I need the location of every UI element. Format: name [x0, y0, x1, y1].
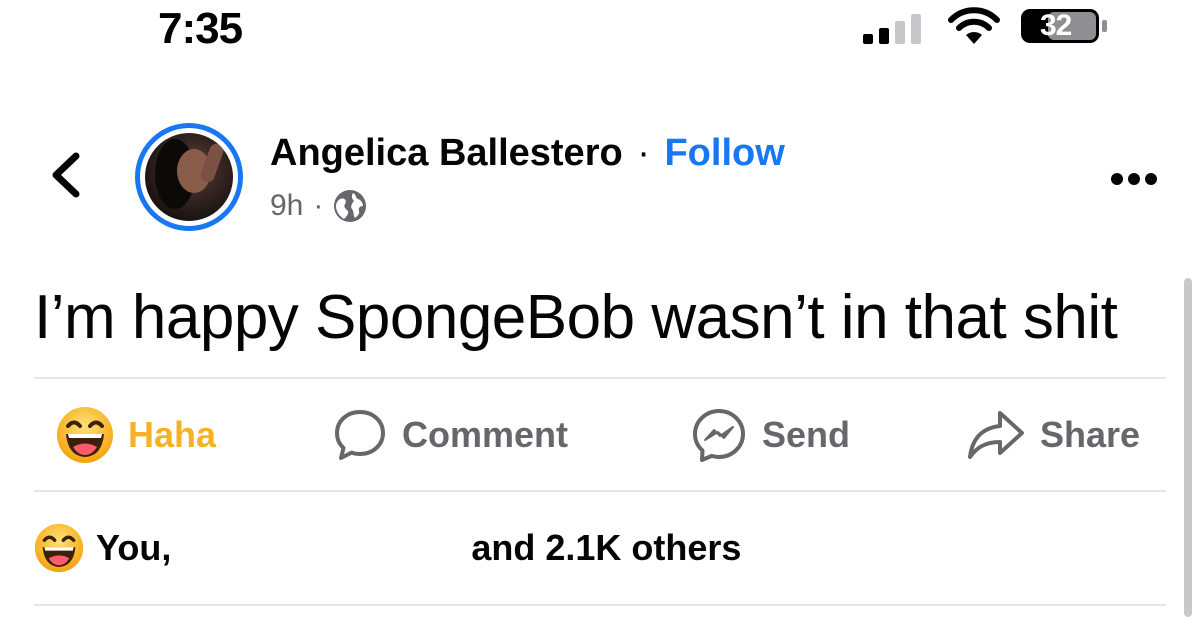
comment-button[interactable]: Comment [332, 405, 568, 465]
comment-label: Comment [402, 414, 569, 455]
back-arrow-icon[interactable] [48, 152, 82, 198]
share-label: Share [1040, 414, 1141, 455]
messenger-icon [693, 409, 745, 462]
battery-percentage: 32 [1040, 9, 1072, 42]
reactions-text: You, and 2.1K others [96, 527, 742, 568]
share-button[interactable]: Share [966, 405, 1140, 465]
share-arrow-icon [968, 411, 1024, 459]
haha-label: Haha [128, 414, 217, 455]
wifi-icon [948, 7, 1000, 44]
send-button[interactable]: Send [690, 405, 850, 465]
more-options-icon[interactable] [1110, 172, 1158, 186]
haha-emoji-icon [57, 407, 113, 463]
battery-icon: 32 [1020, 8, 1110, 44]
post-meta: 9h · [270, 189, 367, 223]
divider-top [34, 377, 1166, 379]
globe-icon [334, 190, 367, 222]
avatar[interactable] [145, 133, 233, 221]
cellular-signal-icon [863, 14, 921, 44]
status-time: 7:35 [158, 4, 243, 53]
reactions-summary[interactable]: You, and 2.1K others [34, 523, 741, 573]
post-text: I’m happy SpongeBob wasn’t in that shit [34, 283, 1118, 352]
meta-separator: · [313, 189, 324, 222]
post-time[interactable]: 9h [270, 189, 303, 223]
separator-dot: · [637, 132, 650, 174]
scrollbar[interactable] [1184, 278, 1192, 617]
send-label: Send [762, 414, 851, 455]
comment-icon [335, 410, 385, 460]
author-name[interactable]: Angelica Ballestero [270, 132, 623, 174]
follow-button[interactable]: Follow [664, 132, 784, 174]
haha-emoji-icon [34, 523, 84, 573]
divider-bottom [34, 490, 1166, 492]
post-author-line: Angelica Ballestero · Follow [270, 132, 785, 175]
divider-footer [34, 604, 1166, 606]
haha-reaction-button[interactable]: Haha [56, 405, 216, 465]
